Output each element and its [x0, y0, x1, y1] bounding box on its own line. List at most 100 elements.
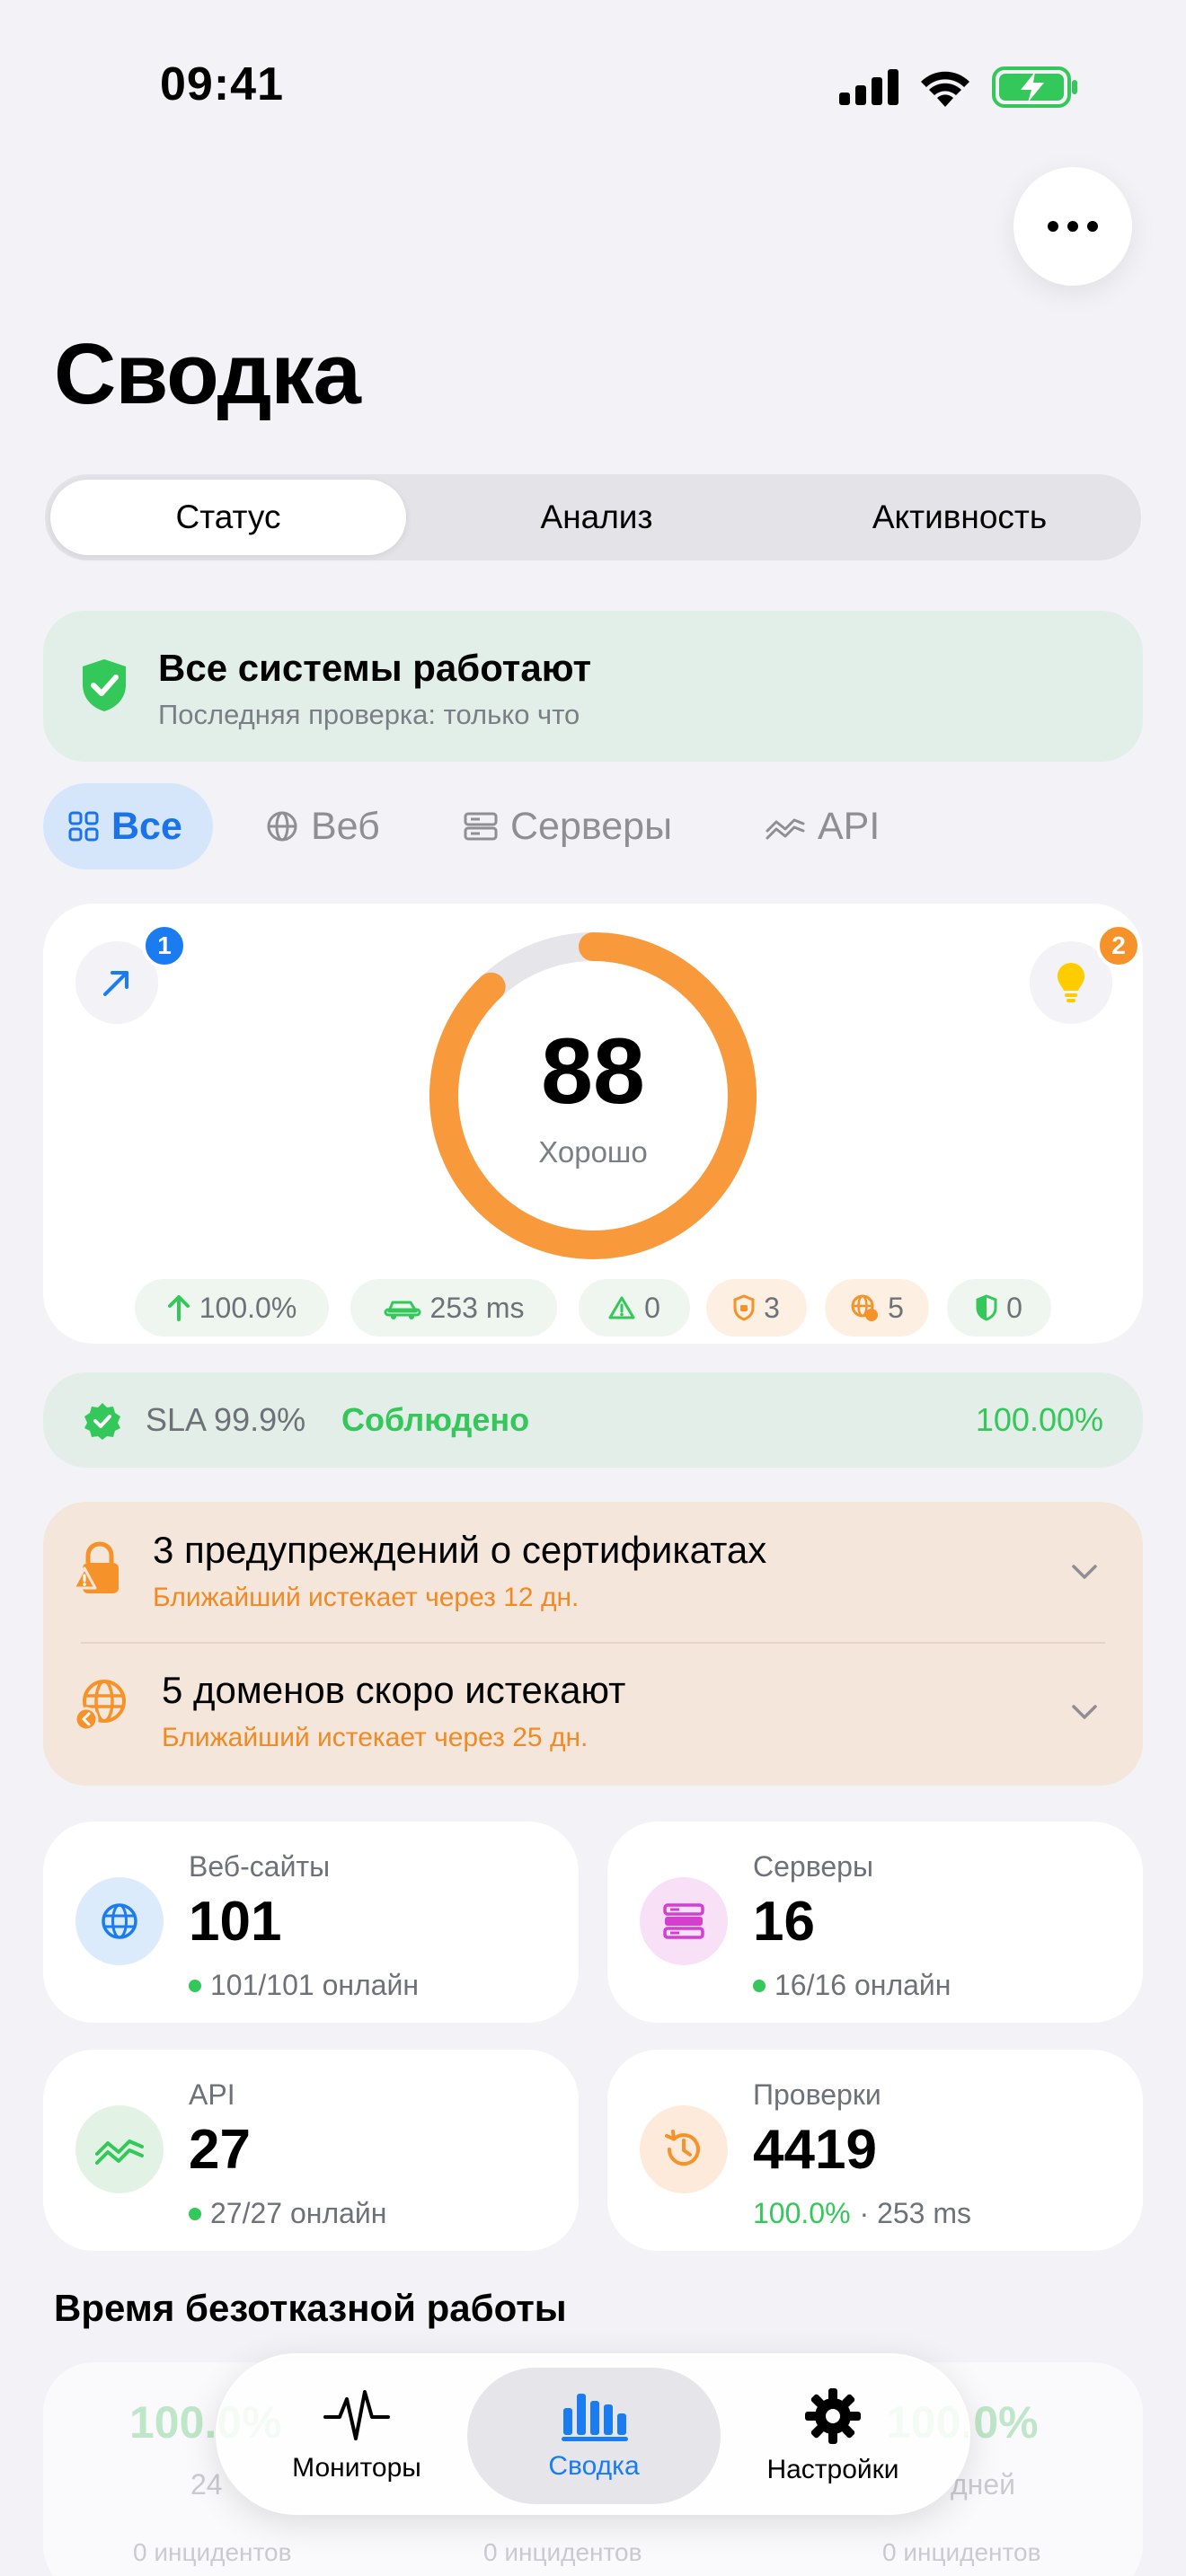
checks-success-rate: 100.0%	[753, 2197, 851, 2229]
latency-pill-value: 253 ms	[429, 1291, 525, 1324]
api-wave-icon	[95, 2139, 144, 2165]
tab-settings-label: Настройки	[766, 2455, 899, 2484]
security-pill-value: 0	[1006, 1291, 1022, 1324]
servers-count: 16	[753, 1891, 815, 1953]
checks-stat-card[interactable]: Проверки 4419 100.0% · 253 ms	[607, 2050, 1143, 2251]
domain-warning-title: 5 доменов скоро истекают	[162, 1669, 626, 1711]
domains-pill-value: 5	[888, 1291, 904, 1324]
warning-triangle-icon	[608, 1296, 635, 1319]
tab-monitors-label: Мониторы	[292, 2453, 421, 2483]
gear-icon	[805, 2388, 861, 2444]
sla-target: SLA 99.9%	[146, 1401, 306, 1438]
servers-icon-circle	[640, 1877, 728, 1965]
api-label: API	[189, 2078, 235, 2111]
websites-stat-card[interactable]: Веб-сайты 101 101/101 онлайн	[43, 1822, 579, 2023]
more-dot-icon	[1048, 221, 1058, 232]
more-options-button[interactable]	[1013, 167, 1132, 286]
sla-value: 100.00%	[975, 1401, 1103, 1438]
uptime-pill: 100.0%	[135, 1279, 329, 1337]
globe-back-icon	[74, 1680, 126, 1732]
certs-pill: 3	[706, 1279, 807, 1337]
domains-pill: 5	[825, 1279, 929, 1337]
servers-stat-card[interactable]: Серверы 16 16/16 онлайн	[607, 1822, 1143, 2023]
cert-warning-subtitle: Ближайший истекает через 12 дн.	[153, 1583, 580, 1612]
more-dot-icon	[1087, 221, 1098, 232]
shield-half-icon	[976, 1294, 997, 1321]
online-dot-icon	[189, 2207, 201, 2220]
server-icon	[464, 812, 498, 841]
uptime-section-title: Время безотказной работы	[54, 2287, 567, 2329]
tab-bar: Мониторы Сводка Настройки	[216, 2353, 970, 2515]
uptime-7d-incidents: 0 инцидентов	[483, 2538, 642, 2566]
tab-monitors[interactable]: Мониторы	[230, 2368, 483, 2504]
filter-all[interactable]: Все	[43, 783, 213, 869]
segment-activity[interactable]: Активность	[782, 480, 1137, 555]
domain-warning-row[interactable]: 5 доменов скоро истекают Ближайший истек…	[43, 1644, 1143, 1786]
checks-icon-circle	[640, 2105, 728, 2193]
websites-online-text: 101/101 онлайн	[210, 1969, 420, 2001]
wifi-icon	[921, 71, 969, 107]
filter-label: Серверы	[510, 804, 672, 848]
tips-badge: 2	[1096, 923, 1141, 968]
segment-status[interactable]: Статус	[50, 480, 406, 555]
checks-count: 4419	[753, 2119, 877, 2181]
uptime-pill-value: 100.0%	[199, 1291, 297, 1324]
filter-api[interactable]: API	[766, 783, 880, 869]
trend-badge: 1	[142, 923, 187, 968]
tab-summary[interactable]: Сводка	[467, 2368, 721, 2504]
checks-label: Проверки	[753, 2078, 881, 2111]
chevron-down-icon[interactable]	[1071, 1703, 1098, 1721]
api-stat-card[interactable]: API 27 27/27 онлайн	[43, 2050, 579, 2251]
api-icon-circle	[75, 2105, 164, 2193]
latency-pill: 253 ms	[350, 1279, 557, 1337]
uptime-30d-incidents: 0 инцидентов	[882, 2538, 1041, 2566]
grid-icon	[68, 811, 99, 842]
arrow-up-right-icon	[103, 971, 128, 996]
websites-label: Веб-сайты	[189, 1850, 331, 1883]
online-dot-icon	[753, 1979, 766, 1992]
online-dot-icon	[189, 1979, 201, 1992]
battery-charging-icon	[992, 66, 1077, 108]
servers-label: Серверы	[753, 1850, 873, 1883]
websites-online: 101/101 онлайн	[189, 1969, 419, 2002]
cert-warning-row[interactable]: 3 предупреждений о сертификатах Ближайши…	[43, 1502, 1143, 1642]
filter-servers[interactable]: Серверы	[464, 783, 672, 869]
status-banner: Все системы работают Последняя проверка:…	[43, 611, 1143, 762]
uptime-24h-incidents: 0 инцидентов	[133, 2538, 292, 2566]
chevron-down-icon[interactable]	[1071, 1563, 1098, 1581]
websites-icon-circle	[75, 1877, 164, 1965]
lightbulb-icon	[1058, 963, 1084, 1002]
warnings-card: 3 предупреждений о сертификатах Ближайши…	[43, 1502, 1143, 1786]
globe-clock-icon	[851, 1294, 879, 1321]
api-online-text: 27/27 онлайн	[210, 2197, 387, 2229]
arrow-up-icon	[167, 1295, 190, 1321]
uptime-24h-period: 24	[190, 2468, 223, 2501]
server-stack-icon	[663, 1903, 704, 1939]
servers-online-text: 16/16 онлайн	[774, 1969, 951, 2001]
banner-subtitle: Последняя проверка: только что	[158, 699, 580, 730]
cert-warning-title: 3 предупреждений о сертификатах	[153, 1529, 767, 1571]
status-time: 09:41	[160, 58, 284, 110]
filter-web[interactable]: Веб	[266, 783, 380, 869]
segment-analysis[interactable]: Анализ	[419, 480, 774, 555]
domain-warning-subtitle: Ближайший истекает через 25 дн.	[162, 1723, 589, 1752]
sla-status: Соблюдено	[341, 1401, 530, 1438]
segmented-control: Статус Анализ Активность	[45, 474, 1141, 560]
bar-chart-icon	[562, 2394, 628, 2441]
page-title: Сводка	[54, 326, 361, 422]
status-icons	[839, 65, 1082, 110]
more-dot-icon	[1067, 221, 1078, 232]
alerts-pill-value: 0	[644, 1291, 660, 1324]
tab-summary-label: Сводка	[548, 2451, 640, 2481]
alerts-pill: 0	[579, 1279, 690, 1337]
api-wave-icon	[766, 818, 805, 840]
verified-badge-icon	[84, 1403, 120, 1440]
tab-settings[interactable]: Настройки	[706, 2368, 960, 2504]
speed-car-icon	[384, 1301, 421, 1319]
filter-label: Все	[111, 804, 182, 848]
certs-pill-value: 3	[764, 1291, 780, 1324]
api-count: 27	[189, 2119, 251, 2181]
sla-card: SLA 99.9% Соблюдено 100.00%	[43, 1372, 1143, 1468]
health-score-card: 1 2 88 Хорошо 100.0% 253 ms 0 3 5 0	[43, 904, 1143, 1344]
globe-icon	[102, 1903, 137, 1939]
